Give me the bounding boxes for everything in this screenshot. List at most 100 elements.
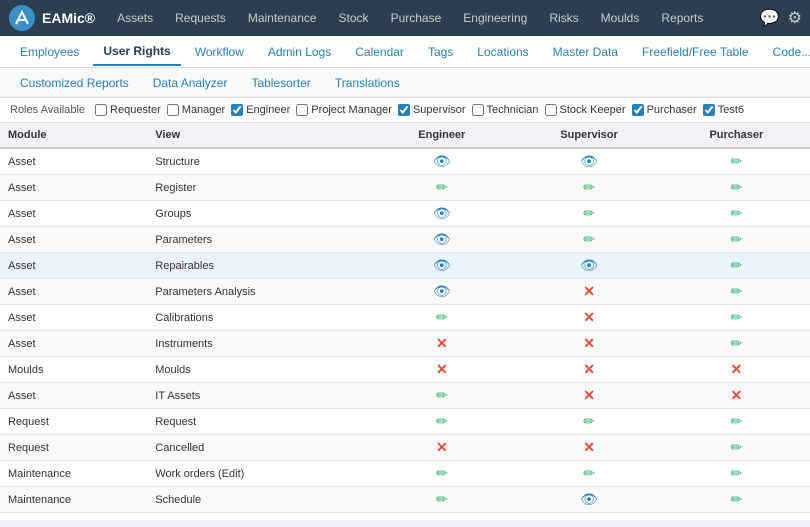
nav-reports[interactable]: Reports <box>651 7 713 29</box>
col-header-engineer: Engineer <box>368 123 515 148</box>
pencil-icon: ✏ <box>436 465 448 481</box>
role-manager[interactable]: Manager <box>167 104 225 116</box>
table-row: Request Request ✏ ✏ ✏ <box>0 409 810 435</box>
nav-master-data[interactable]: Master Data <box>543 39 628 65</box>
eye-icon: 👁 <box>433 283 451 299</box>
permissions-table-container: Module View Engineer Supervisor Purchase… <box>0 123 810 520</box>
nav-engineering[interactable]: Engineering <box>453 7 537 29</box>
cell-module: Maintenance <box>0 461 147 487</box>
role-test6-checkbox[interactable] <box>703 104 715 116</box>
eye-icon: 👁 <box>580 257 598 273</box>
role-test6[interactable]: Test6 <box>703 104 744 116</box>
x-icon: ✕ <box>730 387 742 403</box>
role-technician[interactable]: Technician <box>472 104 539 116</box>
role-stock-keeper[interactable]: Stock Keeper <box>545 104 626 116</box>
nav-moulds[interactable]: Moulds <box>591 7 650 29</box>
cell-engineer: 👁 <box>368 148 515 175</box>
cell-purchaser: ✏ <box>663 201 810 227</box>
nav-locations[interactable]: Locations <box>467 39 538 65</box>
logo[interactable]: EAMic® <box>8 4 95 32</box>
cell-supervisor: ✏ <box>515 201 662 227</box>
nav-stock[interactable]: Stock <box>329 7 379 29</box>
role-engineer[interactable]: Engineer <box>231 104 290 116</box>
cell-view: Instruments <box>147 331 368 357</box>
cell-supervisor: ✏ <box>515 461 662 487</box>
cell-view: Groups <box>147 201 368 227</box>
cell-module: Asset <box>0 227 147 253</box>
cell-engineer: ✏ <box>368 487 515 513</box>
table-row: Asset IT Assets ✏ ✕ ✕ <box>0 383 810 409</box>
nav-admin-logs[interactable]: Admin Logs <box>258 39 341 65</box>
eye-icon: 👁 <box>433 257 451 273</box>
nav-code[interactable]: Code... <box>763 39 810 65</box>
cell-purchaser: ✏ <box>663 435 810 461</box>
role-supervisor[interactable]: Supervisor <box>398 104 466 116</box>
nav-tags[interactable]: Tags <box>418 39 463 65</box>
cell-purchaser: ✏ <box>663 227 810 253</box>
table-row: Asset Groups 👁 ✏ ✏ <box>0 201 810 227</box>
nav-customized-reports[interactable]: Customized Reports <box>10 72 139 94</box>
pencil-icon: ✏ <box>730 153 742 169</box>
pencil-icon: ✏ <box>730 231 742 247</box>
role-requester[interactable]: Requester <box>95 104 161 116</box>
pencil-icon: ✏ <box>583 413 595 429</box>
nav-data-analyzer[interactable]: Data Analyzer <box>143 72 238 94</box>
x-icon: ✕ <box>583 387 595 403</box>
role-manager-checkbox[interactable] <box>167 104 179 116</box>
nav-purchase[interactable]: Purchase <box>381 7 452 29</box>
role-technician-label: Technician <box>487 104 539 116</box>
role-purchaser-checkbox[interactable] <box>632 104 644 116</box>
cell-purchaser: ✕ <box>663 383 810 409</box>
nav-employees[interactable]: Employees <box>10 39 89 65</box>
cell-purchaser: ✏ <box>663 487 810 513</box>
role-supervisor-checkbox[interactable] <box>398 104 410 116</box>
cell-module: Asset <box>0 279 147 305</box>
nav-translations[interactable]: Translations <box>325 72 410 94</box>
cell-view: Structure <box>147 148 368 175</box>
cell-engineer: ✏ <box>368 409 515 435</box>
role-stock-keeper-checkbox[interactable] <box>545 104 557 116</box>
role-requester-checkbox[interactable] <box>95 104 107 116</box>
cell-module: Asset <box>0 331 147 357</box>
cell-purchaser: ✏ <box>663 175 810 201</box>
nav-freefield[interactable]: Freefield/Free Table <box>632 39 759 65</box>
cell-supervisor: ✏ <box>515 227 662 253</box>
role-purchaser[interactable]: Purchaser <box>632 104 697 116</box>
eye-icon: 👁 <box>580 153 598 169</box>
x-icon: ✕ <box>583 439 595 455</box>
chat-icon[interactable]: 💬 <box>760 8 780 28</box>
cell-view: Workload <box>147 513 368 521</box>
nav-maintenance[interactable]: Maintenance <box>238 7 327 29</box>
nav-risks[interactable]: Risks <box>539 7 588 29</box>
pencil-icon: ✏ <box>583 205 595 221</box>
nav-requests[interactable]: Requests <box>165 7 236 29</box>
table-row: Maintenance Workload ✕ ✏ ✏ <box>0 513 810 521</box>
cell-supervisor: ✕ <box>515 383 662 409</box>
eye-icon: 👁 <box>580 491 598 507</box>
nav-user-rights[interactable]: User Rights <box>93 38 180 66</box>
nav-tablesorter[interactable]: Tablesorter <box>241 72 320 94</box>
cell-supervisor: ✏ <box>515 513 662 521</box>
col-header-module: Module <box>0 123 147 148</box>
cell-module: Asset <box>0 305 147 331</box>
nav-workflow[interactable]: Workflow <box>185 39 254 65</box>
eye-icon: 👁 <box>433 205 451 221</box>
table-row: Asset Instruments ✕ ✕ ✏ <box>0 331 810 357</box>
settings-icon[interactable]: ⚙ <box>788 8 802 28</box>
cell-engineer: 👁 <box>368 279 515 305</box>
role-technician-checkbox[interactable] <box>472 104 484 116</box>
role-requester-label: Requester <box>110 104 161 116</box>
table-row: Maintenance Schedule ✏ 👁 ✏ <box>0 487 810 513</box>
pencil-icon: ✏ <box>436 491 448 507</box>
nav-assets[interactable]: Assets <box>107 7 163 29</box>
nav-calendar[interactable]: Calendar <box>345 39 414 65</box>
role-engineer-checkbox[interactable] <box>231 104 243 116</box>
eye-icon: 👁 <box>433 153 451 169</box>
cell-engineer: 👁 <box>368 253 515 279</box>
role-project-manager-checkbox[interactable] <box>296 104 308 116</box>
cell-purchaser: ✏ <box>663 305 810 331</box>
table-row: Moulds Moulds ✕ ✕ ✕ <box>0 357 810 383</box>
role-purchaser-label: Purchaser <box>647 104 697 116</box>
role-project-manager[interactable]: Project Manager <box>296 104 392 116</box>
x-icon: ✕ <box>583 361 595 377</box>
